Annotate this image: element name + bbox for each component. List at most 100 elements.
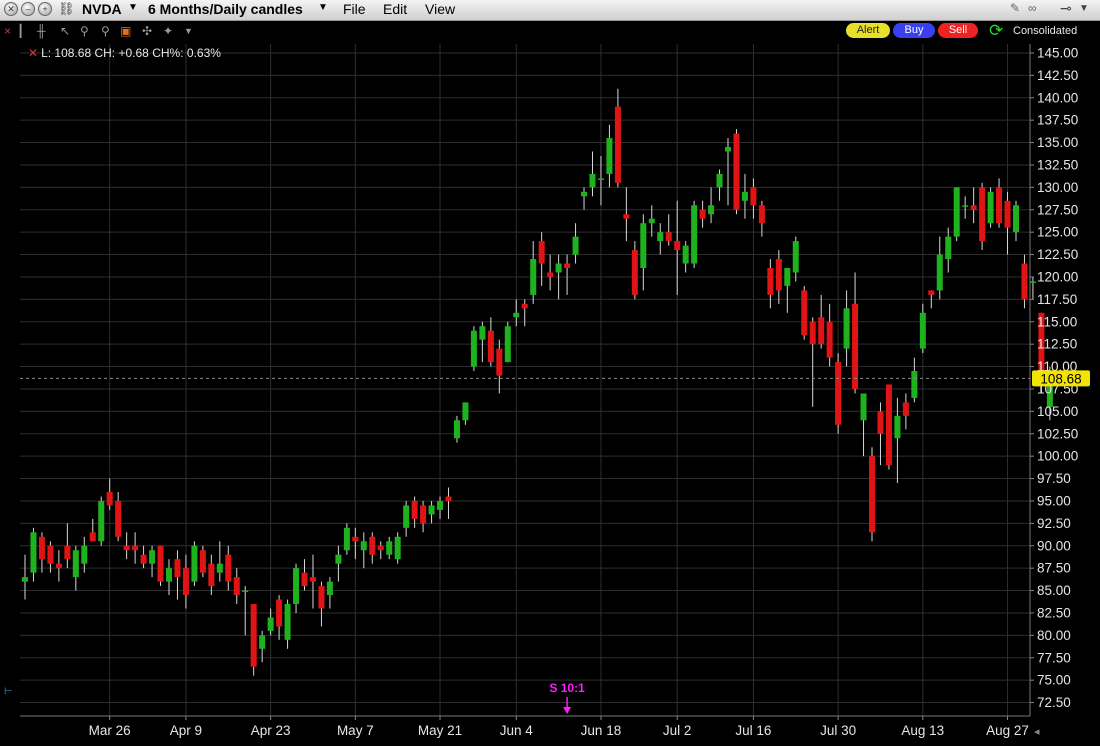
pointer-icon[interactable]: ↖ [60, 24, 70, 38]
candle-body-down [547, 272, 554, 277]
candle-body-up [581, 191, 588, 197]
y-tick-label: 72.50 [1037, 695, 1071, 710]
candlestick-icon[interactable]: ╫ [37, 24, 46, 38]
alert-button[interactable]: Alert [846, 23, 890, 38]
candle-body-down [250, 604, 257, 667]
candle-body-up [682, 245, 689, 264]
sell-button[interactable]: Sell [938, 23, 978, 38]
candle-body-down [55, 563, 62, 569]
candle-body-up [470, 330, 477, 367]
candle-body-up [360, 541, 367, 551]
candle-body-down [970, 205, 977, 210]
buy-button[interactable]: Buy [893, 23, 935, 38]
candle-body-down [775, 259, 782, 291]
readout-close-icon[interactable]: ✕ [28, 46, 38, 60]
y-tick-label: 100.00 [1037, 449, 1078, 464]
candle-body-down [818, 317, 825, 345]
close-window-icon[interactable]: ✕ [4, 2, 18, 16]
candle-body-up [386, 541, 393, 555]
menu-file[interactable]: File [343, 1, 366, 17]
candle-body-up [962, 205, 969, 207]
candle-body-up [657, 232, 664, 242]
candle-body-up [1012, 205, 1019, 233]
candle-body-down [614, 106, 621, 183]
y-tick-label: 130.00 [1037, 180, 1078, 195]
volume-indicator-icon: ⊢ [4, 686, 13, 697]
zoom-out-icon[interactable]: ⚲ [101, 24, 110, 38]
candle-body-down [674, 241, 681, 251]
readout-close-value: 108.68 [54, 46, 92, 60]
candle-body-down [225, 554, 232, 582]
dropdown-arrow-icon[interactable]: ▼ [184, 26, 193, 36]
candle-body-up [462, 402, 469, 421]
symbol-label[interactable]: NVDA [82, 1, 122, 17]
pin-icon[interactable]: ⊸ [1060, 0, 1072, 17]
candle-body-up [453, 420, 460, 439]
candle-body-down [132, 545, 139, 551]
candle-body-up [30, 532, 37, 573]
orange-candle-icon[interactable]: ▣ [120, 24, 131, 38]
window-menu-icon[interactable]: ▼ [1079, 3, 1089, 14]
candle-body-down [174, 559, 181, 578]
candle-body-down [877, 411, 884, 434]
scroll-right-icon[interactable]: ◂ [1034, 726, 1040, 738]
consolidated-label[interactable]: Consolidated [1013, 25, 1077, 37]
candle-body-up [640, 223, 647, 268]
y-tick-label: 102.50 [1037, 426, 1078, 441]
bar-chart-icon[interactable]: ┃ [17, 24, 24, 38]
candle-body-down [826, 321, 833, 358]
y-tick-label: 85.00 [1037, 583, 1071, 598]
compare-icon[interactable]: ✦ [163, 24, 173, 38]
symbol-dropdown-icon[interactable]: ▼ [128, 2, 138, 13]
menu-view[interactable]: View [425, 1, 455, 17]
y-tick-label: 127.50 [1037, 202, 1078, 217]
candle-body-up [741, 191, 748, 201]
y-tick-label: 125.00 [1037, 225, 1078, 240]
candle-body-down [38, 536, 45, 560]
minimize-window-icon[interactable]: – [21, 2, 35, 16]
candle-body-down [699, 209, 706, 219]
candle-body-up [725, 147, 732, 152]
y-tick-label: 87.50 [1037, 561, 1071, 576]
candle-body-down [852, 303, 859, 389]
x-tick-label: Jul 2 [663, 723, 692, 738]
x-tick-label: Jul 30 [820, 723, 856, 738]
y-tick-label: 115.00 [1037, 314, 1077, 329]
price-chart[interactable]: 145.00 142.50 140.00 137.50 135.00 132.50 130.… [0, 42, 1100, 746]
readout-change-pct-value: 0.63% [186, 46, 221, 60]
candle-body-up [343, 527, 350, 551]
y-tick-label: 75.00 [1037, 673, 1071, 688]
readout-change-value: +0.68 [118, 46, 149, 60]
candle-body-up [648, 218, 655, 224]
candle-body-down [758, 205, 765, 224]
candle-body-up [530, 259, 537, 295]
y-tick-label: 117.50 [1037, 292, 1077, 307]
link-icon[interactable]: ⛓ [58, 1, 75, 17]
period-label[interactable]: 6 Months/Daily candles [148, 1, 303, 17]
candle-body-down [352, 536, 359, 542]
candle-body-down [801, 290, 808, 336]
wrench-icon[interactable]: ✎ [1010, 1, 1020, 15]
zoom-window-icon[interactable]: + [38, 2, 52, 16]
candle-body-up [394, 536, 401, 560]
candle-body-up [716, 173, 723, 188]
x-tick-label: Jun 18 [581, 723, 622, 738]
zoom-in-icon[interactable]: ⚲ [80, 24, 89, 38]
x-tick-label: Aug 13 [901, 723, 944, 738]
crosshair-icon[interactable]: ✣ [142, 24, 152, 38]
candle-body-up [919, 312, 926, 349]
y-tick-label: 112.50 [1037, 337, 1077, 352]
x-tick-label: May 7 [337, 723, 374, 738]
candle-body-up [326, 581, 333, 596]
menu-edit[interactable]: Edit [383, 1, 407, 17]
candle-body-down [1004, 200, 1011, 228]
y-tick-label: 122.50 [1037, 247, 1078, 262]
chain-link-icon[interactable]: ∞ [1028, 1, 1037, 15]
candle-body-up [72, 550, 79, 578]
candle-body-up [98, 500, 105, 542]
candle-body-down [767, 268, 774, 295]
close-icon[interactable]: × [4, 24, 11, 38]
refresh-icon[interactable]: ⟳ [989, 21, 1003, 41]
period-dropdown-icon[interactable]: ▼ [318, 2, 328, 13]
price-readout: ✕ L: 108.68 CH: +0.68 CH%: 0.63% [28, 46, 221, 60]
